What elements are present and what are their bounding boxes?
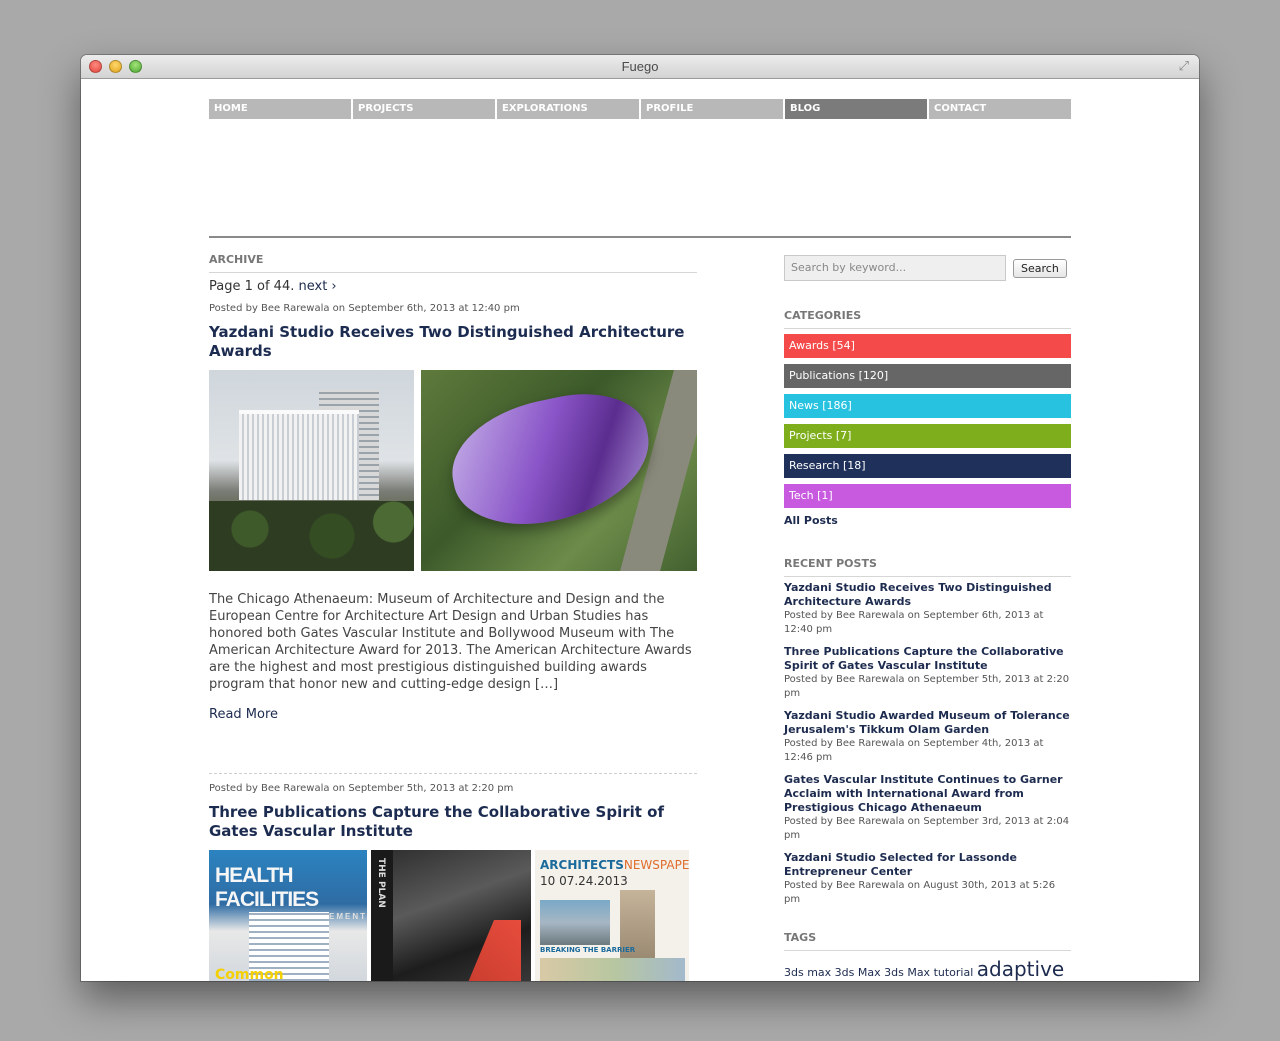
recent-post-meta: Posted by Bee Rarewala on August 30th, 2… xyxy=(784,880,1056,905)
title-bar: Fuego ⤢ xyxy=(81,55,1199,79)
nav-projects[interactable]: PROJECTS xyxy=(353,99,495,119)
nav-profile[interactable]: PROFILE xyxy=(641,99,783,119)
nav-blog[interactable]: BLOG xyxy=(785,99,927,119)
page-content: HOME PROJECTS EXPLORATIONS PROFILE BLOG … xyxy=(81,79,1199,981)
category-awards[interactable]: Awards [54] xyxy=(784,334,1071,358)
recent-posts-list: Yazdani Studio Receives Two Distinguishe… xyxy=(784,581,1071,907)
pagination: Page 1 of 44. next › xyxy=(209,279,697,294)
close-window-button[interactable] xyxy=(89,60,102,73)
recent-post-link[interactable]: Three Publications Capture the Collabora… xyxy=(784,645,1071,673)
newspaper-title: ARCHITECTSNEWSPAPER xyxy=(540,858,689,872)
zoom-window-button[interactable] xyxy=(129,60,142,73)
recent-post-meta: Posted by Bee Rarewala on September 6th,… xyxy=(784,610,1044,635)
sidebar: Search by keyword... Search CATEGORIES A… xyxy=(784,255,1071,981)
list-item: Yazdani Studio Selected for Lassonde Ent… xyxy=(784,851,1071,907)
archive-heading: ARCHIVE xyxy=(209,253,697,273)
window-title: Fuego xyxy=(621,59,659,74)
category-news[interactable]: News [186] xyxy=(784,394,1071,418)
recent-post-link[interactable]: Yazdani Studio Selected for Lassonde Ent… xyxy=(784,851,1071,879)
header-divider xyxy=(209,236,1071,238)
browser-window: Fuego ⤢ HOME PROJECTS EXPLORATIONS PROFI… xyxy=(81,55,1199,981)
post-title: Three Publications Capture the Collabora… xyxy=(209,803,697,841)
recent-post-meta: Posted by Bee Rarewala on September 4th,… xyxy=(784,738,1044,763)
magazine-title-text: HEALTH FACILITIES xyxy=(215,864,319,911)
list-item: Yazdani Studio Awarded Museum of Toleran… xyxy=(784,709,1071,765)
post-meta: Posted by Bee Rarewala on September 5th,… xyxy=(209,783,514,794)
building-shape xyxy=(239,410,359,500)
list-item: Gates Vascular Institute Continues to Ga… xyxy=(784,773,1071,843)
nav-contact[interactable]: CONTACT xyxy=(929,99,1071,119)
newspaper-title-b: NEWSPAPER xyxy=(623,858,689,872)
all-posts-link[interactable]: All Posts xyxy=(784,514,1071,527)
post-title-link[interactable]: Three Publications Capture the Collabora… xyxy=(209,803,664,840)
fullscreen-icon[interactable]: ⤢ xyxy=(1179,60,1189,74)
tags-heading: TAGS xyxy=(784,931,1071,951)
categories-heading: CATEGORIES xyxy=(784,309,1071,329)
post-title: Yazdani Studio Receives Two Distinguishe… xyxy=(209,323,697,361)
nav-home[interactable]: HOME xyxy=(209,99,351,119)
recent-post-meta: Posted by Bee Rarewala on September 5th,… xyxy=(784,674,1070,699)
newspaper-title-a: ARCHITECTS xyxy=(540,858,624,872)
tag-cloud: 3ds max 3ds Max 3ds Max tutorial adaptiv… xyxy=(784,957,1071,981)
newspaper-issue: 10 07.24.2013 xyxy=(540,874,628,888)
plan-cover: THE PLAN xyxy=(371,850,531,981)
read-more-link[interactable]: Read More xyxy=(209,707,697,722)
category-publications[interactable]: Publications [120] xyxy=(784,364,1071,388)
post-featured-image[interactable]: HEALTH FACILITIES MANAGEMENT Common THE … xyxy=(209,850,697,981)
recent-posts-heading: RECENT POSTS xyxy=(784,557,1071,577)
category-tech[interactable]: Tech [1] xyxy=(784,484,1071,508)
post-meta: Posted by Bee Rarewala on September 6th,… xyxy=(209,303,520,314)
facade-shape xyxy=(467,920,521,981)
archive-column: ARCHIVE Page 1 of 44. next › Posted by B… xyxy=(209,253,697,981)
main-nav: HOME PROJECTS EXPLORATIONS PROFILE BLOG … xyxy=(209,99,1071,119)
plan-title: THE PLAN xyxy=(376,858,386,908)
category-list: Awards [54] Publications [120] News [186… xyxy=(784,334,1071,508)
post-featured-image[interactable] xyxy=(209,370,697,571)
magazine-cover: HEALTH FACILITIES MANAGEMENT Common xyxy=(209,850,367,981)
post-divider xyxy=(209,773,697,774)
recent-post-link[interactable]: Yazdani Studio Awarded Museum of Toleran… xyxy=(784,709,1071,737)
recent-post-link[interactable]: Gates Vascular Institute Continues to Ga… xyxy=(784,773,1071,815)
gates-vascular-institute-photo xyxy=(209,370,414,571)
search-input[interactable]: Search by keyword... xyxy=(784,255,1006,281)
next-page-link[interactable]: next › xyxy=(299,279,337,294)
list-item: Yazdani Studio Receives Two Distinguishe… xyxy=(784,581,1071,637)
nav-explorations[interactable]: EXPLORATIONS xyxy=(497,99,639,119)
cover-line: Common xyxy=(215,967,284,981)
category-research[interactable]: Research [18] xyxy=(784,454,1071,478)
recent-post-meta: Posted by Bee Rarewala on September 3rd,… xyxy=(784,816,1070,841)
newspaper-cover: ARCHITECTSNEWSPAPER 10 07.24.2013 BREAKI… xyxy=(535,850,689,981)
post-title-link[interactable]: Yazdani Studio Receives Two Distinguishe… xyxy=(209,323,684,360)
post-excerpt: The Chicago Athenaeum: Museum of Archite… xyxy=(209,592,692,692)
category-projects[interactable]: Projects [7] xyxy=(784,424,1071,448)
list-item: Three Publications Capture the Collabora… xyxy=(784,645,1071,701)
search-button[interactable]: Search xyxy=(1013,258,1067,278)
newspaper-headline: BREAKING THE BARRIER xyxy=(540,946,636,954)
city-photo xyxy=(540,900,610,945)
search-form: Search by keyword... Search xyxy=(784,255,1071,281)
tag-link-large[interactable]: adaptive xyxy=(977,957,1064,981)
minimize-window-button[interactable] xyxy=(109,60,122,73)
window-controls xyxy=(89,60,142,73)
museum-shape xyxy=(440,380,662,540)
bollywood-museum-rendering xyxy=(421,370,697,571)
tag-link[interactable]: 3ds max 3ds Max 3ds Max tutorial xyxy=(784,966,973,979)
page-count: Page 1 of 44. xyxy=(209,279,295,294)
trees-shape xyxy=(209,501,414,571)
recent-post-link[interactable]: Yazdani Studio Receives Two Distinguishe… xyxy=(784,581,1071,609)
photo-strip xyxy=(540,958,685,981)
